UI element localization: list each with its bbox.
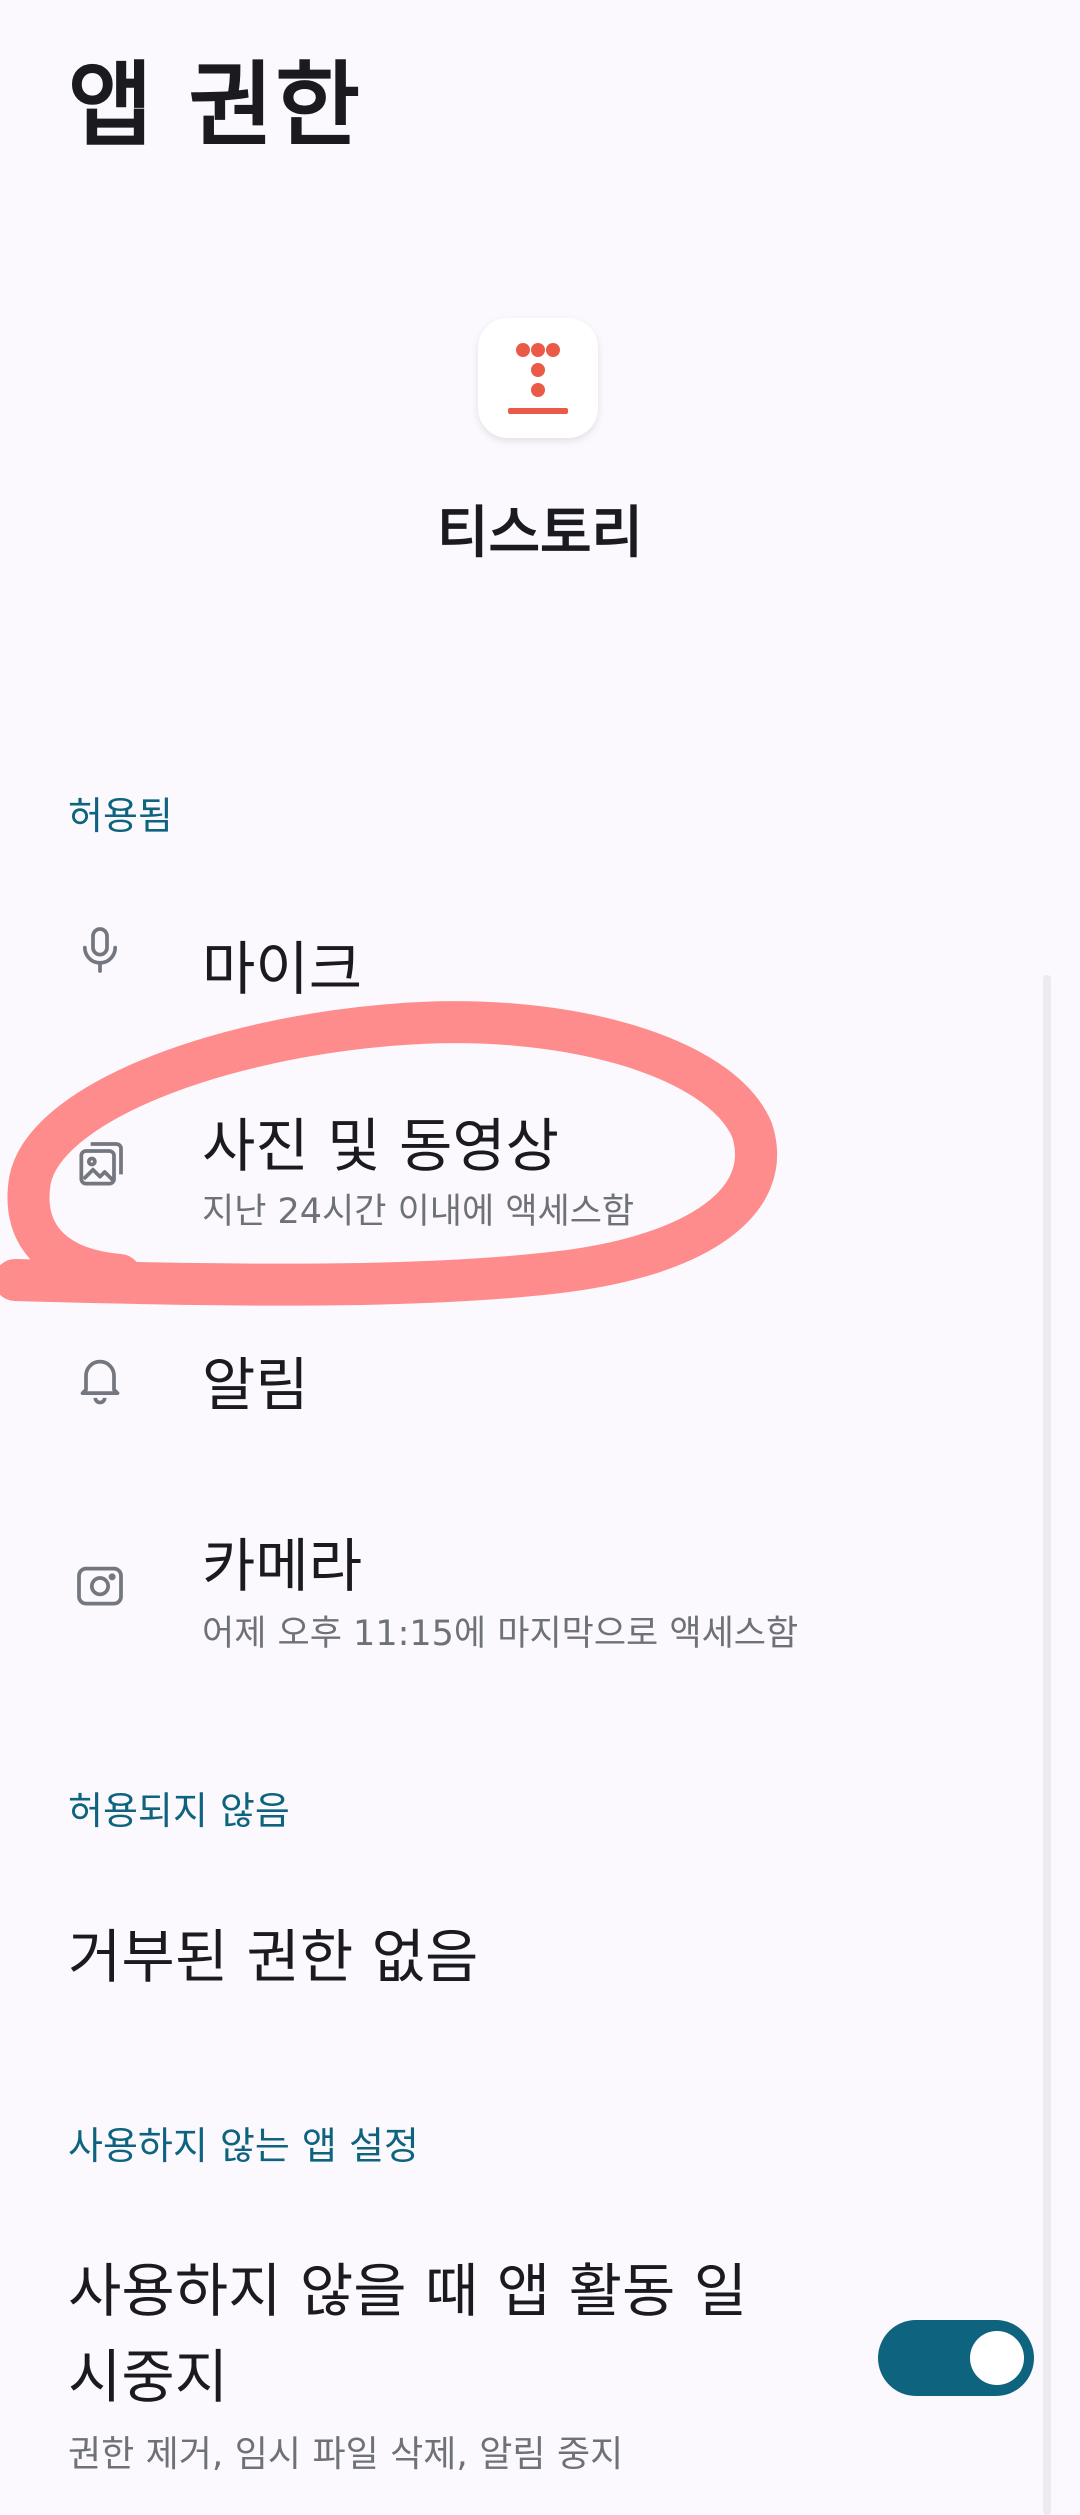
app-name: 티스토리: [436, 501, 644, 566]
permission-row-microphone[interactable]: 마이크: [0, 900, 1030, 1020]
permission-row-camera[interactable]: 카메라 어제 오후 11:15에 마지막으로 액세스함: [0, 1505, 1030, 1675]
permission-subtitle: 어제 오후 11:15에 마지막으로 액세스함: [202, 1614, 799, 1654]
section-header-allowed: 허용됨: [68, 794, 173, 838]
microphone-icon: [72, 922, 128, 978]
pause-app-activity-subtitle: 권한 제거, 임시 파일 삭제, 알림 중지: [68, 2434, 624, 2475]
section-header-denied: 허용되지 않음: [68, 1789, 290, 1833]
pause-app-activity-toggle[interactable]: [878, 2320, 1034, 2396]
permission-title: 카메라: [202, 1532, 363, 1600]
permission-row-notifications[interactable]: 알림: [0, 1310, 1030, 1440]
permission-title: 알림: [202, 1351, 309, 1419]
permission-title: 사진 및 동영상: [202, 1112, 560, 1180]
permission-row-photos[interactable]: 사진 및 동영상 지난 24시간 이내에 액세스함: [0, 1085, 1030, 1245]
section-header-unused-app-settings: 사용하지 않는 앱 설정: [68, 2124, 419, 2168]
scrollbar[interactable]: [1043, 975, 1051, 2515]
page-title: 앱 권한: [68, 52, 362, 159]
photos-icon: [72, 1137, 128, 1193]
pause-app-activity-title[interactable]: 사용하지 않을 때 앱 활동 일시중지: [68, 2248, 788, 2420]
toggle-knob: [970, 2331, 1024, 2385]
permission-subtitle: 지난 24시간 이내에 액세스함: [202, 1192, 635, 1232]
no-denied-permissions-text: 거부된 권한 없음: [68, 1923, 479, 1991]
camera-icon: [72, 1557, 128, 1613]
bell-icon: [72, 1350, 128, 1406]
app-logo-icon: [478, 318, 598, 438]
permission-title: 마이크: [202, 935, 363, 1003]
